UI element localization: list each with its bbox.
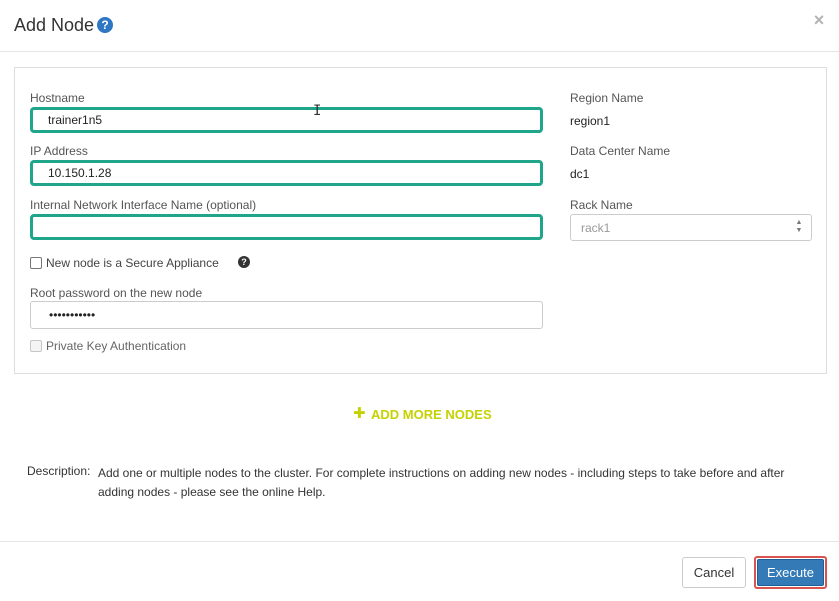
dialog-footer: Cancel Execute	[0, 541, 839, 601]
interface-name-label: Internal Network Interface Name (optiona…	[30, 198, 257, 212]
private-key-checkbox[interactable]	[30, 340, 42, 352]
add-more-nodes-label: ADD MORE NODES	[371, 407, 492, 422]
region-name-label: Region Name	[570, 91, 644, 105]
close-icon[interactable]: ×	[811, 10, 827, 30]
region-name-value: region1	[570, 114, 611, 128]
ip-address-label: IP Address	[30, 144, 88, 158]
dialog-title: Add Node	[14, 15, 95, 35]
question-circle-icon[interactable]: ?	[97, 17, 113, 33]
add-more-nodes-link[interactable]: ✚ ADD MORE NODES	[353, 405, 492, 423]
root-password-label: Root password on the new node	[30, 286, 203, 300]
rack-name-value: rack1	[581, 221, 611, 235]
private-key-label: Private Key Authentication	[46, 339, 187, 353]
execute-button[interactable]: Execute	[757, 559, 824, 586]
data-center-name-label: Data Center Name	[570, 144, 671, 158]
dialog-header: Add Node ? ×	[0, 0, 839, 52]
hostname-label: Hostname	[30, 91, 85, 105]
description-label: Description:	[27, 464, 91, 478]
rack-name-select[interactable]: rack1 ▲ ▼	[570, 214, 812, 241]
secure-appliance-help-icon[interactable]: ?	[238, 256, 250, 268]
data-center-name-value: dc1	[570, 167, 590, 181]
secure-appliance-checkbox[interactable]	[30, 257, 42, 269]
cancel-button[interactable]: Cancel	[682, 557, 746, 588]
ip-address-input[interactable]	[30, 160, 543, 186]
secure-appliance-label: New node is a Secure Appliance	[46, 256, 219, 270]
hostname-input[interactable]	[30, 107, 543, 133]
description-text: Add one or multiple nodes to the cluster…	[98, 466, 785, 499]
execute-button-highlight: Execute	[754, 556, 827, 589]
interface-name-input[interactable]	[30, 214, 543, 240]
add-node-dialog: Add Node ? × Hostname I IP Address Inter…	[0, 0, 839, 601]
rack-name-label: Rack Name	[570, 198, 633, 212]
root-password-input[interactable]	[30, 301, 543, 329]
plus-icon: ✚	[353, 405, 366, 422]
node-form-panel: Hostname I IP Address Internal Network I…	[14, 67, 827, 374]
select-arrows-icon: ▲ ▼	[795, 219, 803, 234]
text-cursor-icon: I	[313, 103, 322, 119]
